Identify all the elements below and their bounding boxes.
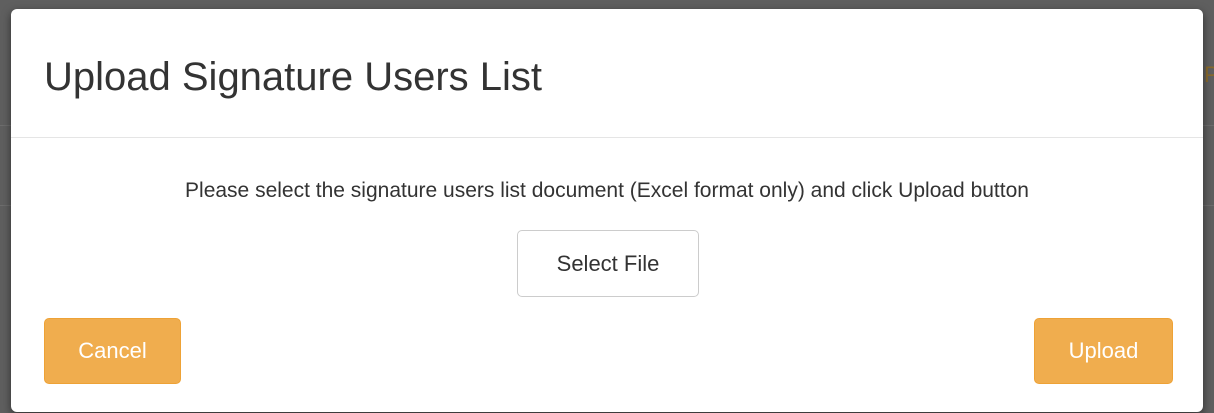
modal-title: Upload Signature Users List — [44, 55, 543, 99]
select-file-button[interactable]: Select File — [517, 230, 699, 297]
upload-instructions: Please select the signature users list d… — [185, 179, 1029, 202]
modal-header: Upload Signature Users List — [11, 9, 1203, 138]
upload-button[interactable]: Upload — [1034, 318, 1173, 384]
backdrop-edge-text: P — [1204, 62, 1214, 87]
cancel-button[interactable]: Cancel — [44, 318, 181, 384]
upload-signature-users-modal: Upload Signature Users List Please selec… — [11, 9, 1203, 412]
